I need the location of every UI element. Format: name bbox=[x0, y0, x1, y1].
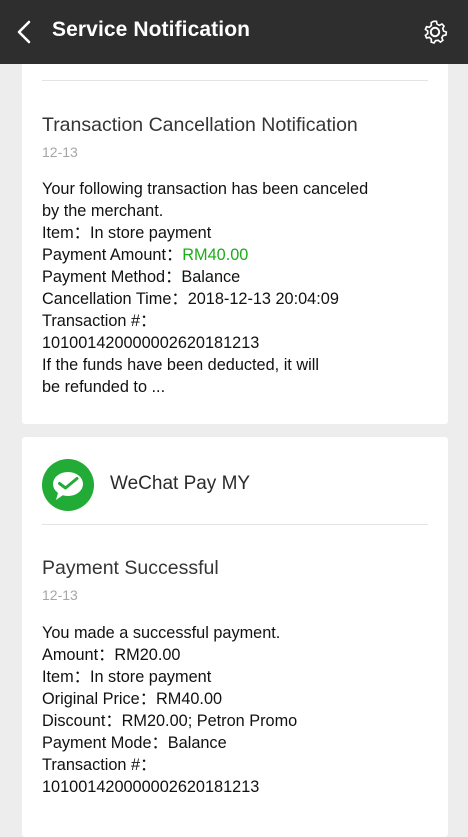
chevron-left-icon bbox=[17, 20, 31, 44]
payment-amount-line: Payment Amount：RM40.00 bbox=[42, 244, 432, 266]
notification-card-payment[interactable]: WeChat Pay MY Payment Successful 12-13 Y… bbox=[22, 437, 448, 837]
notification-date: 12-13 bbox=[42, 144, 78, 160]
body-line: Transaction #： bbox=[42, 312, 157, 330]
notification-title: Transaction Cancellation Notification bbox=[42, 114, 358, 136]
notification-title: Payment Successful bbox=[42, 557, 219, 579]
body-line: Discount：RM20.00; Petron Promo bbox=[42, 712, 298, 730]
body-line: by the merchant. bbox=[42, 202, 164, 220]
body-line: Payment Mode：Balance bbox=[42, 734, 227, 752]
body-line: be refunded to ... bbox=[42, 378, 166, 396]
notification-body: You made a successful payment. Amount：RM… bbox=[42, 622, 432, 798]
body-line: Original Price：RM40.00 bbox=[42, 690, 223, 708]
payment-amount-value: RM40.00 bbox=[182, 246, 249, 264]
body-line: You made a successful payment. bbox=[42, 624, 281, 642]
notification-card-cancellation[interactable]: Transaction Cancellation Notification 12… bbox=[22, 2, 448, 424]
body-line: Amount：RM20.00 bbox=[42, 646, 181, 664]
back-button[interactable] bbox=[10, 16, 40, 48]
payment-amount-label: Payment Amount： bbox=[42, 246, 183, 264]
notification-body: Your following transaction has been canc… bbox=[42, 178, 432, 398]
body-line: 101001420000002620181213 bbox=[42, 778, 260, 796]
body-line: Item：In store payment bbox=[42, 668, 212, 686]
divider bbox=[42, 524, 428, 525]
top-bar: Service Notification bbox=[0, 0, 468, 64]
sender-name: WeChat Pay MY bbox=[110, 473, 251, 494]
wechat-pay-logo-icon bbox=[42, 459, 94, 511]
notification-date: 12-13 bbox=[42, 587, 78, 603]
settings-button[interactable] bbox=[420, 16, 450, 48]
body-line: Your following transaction has been canc… bbox=[42, 180, 369, 198]
body-line: Transaction #： bbox=[42, 756, 157, 774]
body-line: If the funds have been deducted, it will bbox=[42, 356, 319, 374]
body-line: Cancellation Time：2018-12-13 20:04:09 bbox=[42, 290, 339, 308]
body-line: Payment Method：Balance bbox=[42, 268, 241, 286]
divider bbox=[42, 80, 428, 81]
page-title: Service Notification bbox=[52, 18, 251, 41]
body-line: Item：In store payment bbox=[42, 224, 212, 242]
gear-icon bbox=[424, 20, 448, 44]
body-line: 101001420000002620181213 bbox=[42, 334, 260, 352]
